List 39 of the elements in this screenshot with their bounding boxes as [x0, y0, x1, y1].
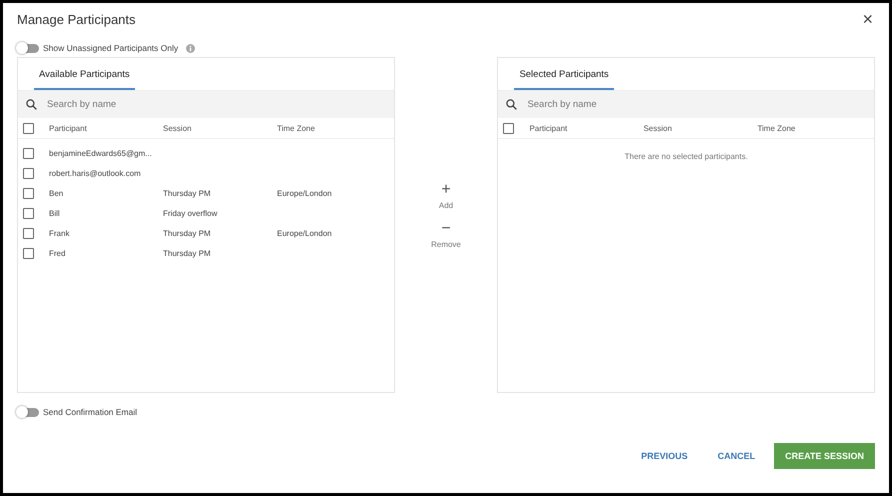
close-button[interactable]: ×: [860, 10, 875, 28]
footer-button[interactable]: CANCEL: [706, 443, 766, 469]
session-cell-text: Thursday PM: [163, 248, 212, 258]
column-header: Time Zone: [757, 124, 796, 132]
participant-cell-text: robert.haris@outlook.com: [49, 168, 142, 178]
row-checkbox[interactable]: [23, 228, 34, 238]
select-all-checkbox[interactable]: [23, 122, 34, 134]
row-checkbox[interactable]: [23, 188, 34, 198]
select-all-checkbox[interactable]: [503, 122, 514, 134]
column-header: Participant: [49, 124, 88, 132]
column-header: Session: [643, 124, 673, 132]
participant-cell-text: Ben: [49, 188, 64, 198]
empty-message: There are no selected participants.: [624, 152, 749, 161]
search-field[interactable]: Search by name: [18, 91, 394, 118]
add-button[interactable]: + Add: [438, 183, 454, 210]
session-cell-text: Thursday PM: [163, 228, 212, 238]
column-header: Session: [163, 124, 192, 132]
time-zone-cell-text: Europe/London: [277, 188, 333, 198]
session-cell-text: Friday overflow: [163, 208, 218, 218]
dialog-title: Manage Participants: [17, 12, 136, 26]
toggle-switch[interactable]: [17, 44, 39, 52]
toggle-label: Show Unassigned Participants Only: [43, 43, 178, 53]
column-header: Participant: [529, 124, 568, 132]
toggle-label: Send Confirmation Email: [43, 407, 138, 417]
time-zone-cell-text: Europe/London: [277, 228, 333, 238]
row-checkbox[interactable]: [23, 208, 34, 218]
column-header: Time Zone: [277, 124, 316, 132]
session-cell-text: Thursday PM: [163, 188, 212, 198]
row-checkbox[interactable]: [23, 148, 34, 158]
remove-button[interactable]: − Remove: [431, 222, 461, 249]
participant-cell-text: Bill: [49, 208, 61, 218]
participant-cell-text: Fred: [49, 248, 66, 258]
row-checkbox[interactable]: [23, 248, 34, 258]
toggle-switch[interactable]: [17, 408, 39, 416]
participant-cell-text: Frank: [49, 228, 70, 238]
search-field[interactable]: Search by name: [498, 91, 874, 118]
row-checkbox[interactable]: [23, 168, 34, 178]
participant-cell-text: benjamineEdwards65@gm...: [49, 148, 153, 158]
footer-button[interactable]: PREVIOUS: [630, 443, 699, 469]
